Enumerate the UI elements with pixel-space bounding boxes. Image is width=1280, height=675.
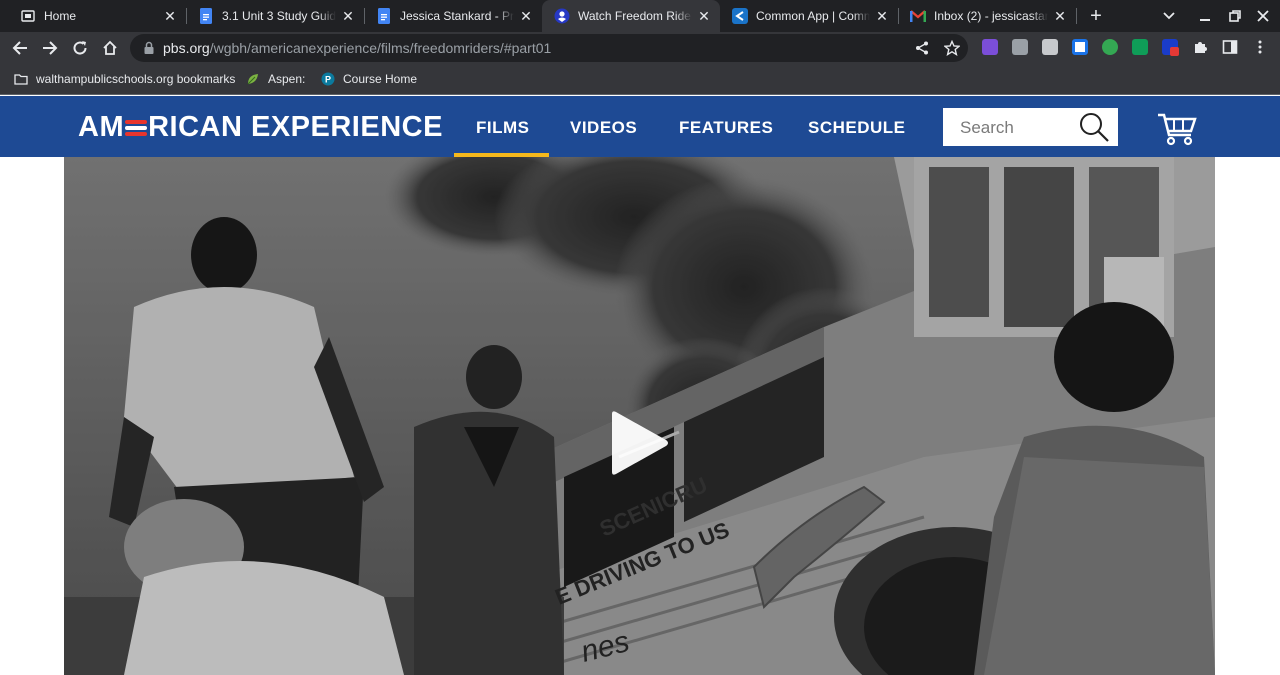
restore-window-icon[interactable] — [1223, 4, 1247, 28]
nav-features[interactable]: FEATURES — [679, 118, 773, 138]
extension-cast-icon[interactable] — [1132, 39, 1148, 55]
share-icon[interactable] — [912, 38, 932, 58]
site-search-input[interactable]: Search — [943, 108, 1118, 146]
bookmark-course-home[interactable]: P Course Home — [321, 70, 417, 88]
tab-title: Common App | Comm — [756, 9, 870, 23]
home-tab-icon — [20, 8, 36, 24]
tab-separator — [1076, 8, 1077, 24]
nav-videos[interactable]: VIDEOS — [570, 118, 637, 138]
bookmark-label: Aspen: — [268, 72, 306, 86]
tab-gmail-inbox[interactable]: Inbox (2) - jessicastank ✕ — [898, 0, 1077, 32]
tab-title: Inbox (2) - jessicastank — [934, 9, 1048, 23]
tab-title: Jessica Stankard - Pres — [400, 9, 514, 23]
logo-stripe — [125, 131, 148, 136]
tab-title: Home — [44, 9, 77, 23]
address-bar[interactable]: pbs.org/wgbh/americanexperience/films/fr… — [130, 34, 968, 62]
folder-icon — [14, 74, 28, 85]
new-tab-button[interactable]: + — [1084, 4, 1108, 28]
logo-text-right: RICAN EXPERIENCE — [148, 111, 443, 143]
tab-home[interactable]: Home ✕ — [8, 0, 187, 32]
search-icon[interactable] — [1078, 112, 1110, 142]
google-docs-icon — [198, 8, 214, 24]
search-placeholder: Search — [960, 118, 1014, 137]
bookmark-label: walthampublicschools.org bookmarks — [36, 72, 236, 86]
tab-title: 3.1 Unit 3 Study Guide — [222, 9, 336, 23]
url-text[interactable]: pbs.org/wgbh/americanexperience/films/fr… — [163, 40, 551, 56]
extension-purple-icon[interactable] — [982, 39, 998, 55]
logo-stripe — [125, 125, 148, 130]
nav-schedule[interactable]: SCHEDULE — [808, 118, 906, 138]
close-tab-icon[interactable]: ✕ — [162, 8, 178, 24]
pbs-icon — [554, 8, 570, 24]
url-host: pbs.org — [163, 40, 210, 56]
reload-icon[interactable] — [68, 36, 92, 60]
close-window-icon[interactable] — [1251, 4, 1275, 28]
extensions-puzzle-icon[interactable] — [1192, 39, 1208, 55]
google-docs-icon — [376, 8, 392, 24]
tab-watch-freedom-riders[interactable]: Watch Freedom Riders ✕ — [542, 0, 720, 32]
svg-text:P: P — [325, 75, 331, 85]
minimize-window-icon[interactable] — [1193, 4, 1217, 28]
bookmark-folder-waltham[interactable]: walthampublicschools.org bookmarks — [14, 70, 235, 88]
shopping-cart-icon[interactable] — [1156, 108, 1198, 146]
close-tab-icon[interactable]: ✕ — [874, 8, 890, 24]
bookmark-label: Course Home — [343, 72, 418, 86]
close-tab-icon[interactable]: ✕ — [340, 8, 356, 24]
extension-screenshot-icon[interactable] — [1042, 39, 1058, 55]
common-app-icon — [732, 8, 748, 24]
tab-jessica-stankard[interactable]: Jessica Stankard - Pres ✕ — [364, 0, 542, 32]
extension-badge — [1170, 47, 1179, 56]
extension-gray-icon[interactable] — [1012, 39, 1028, 55]
bookmark-aspen[interactable]: Aspen: — [246, 70, 305, 88]
lock-icon[interactable] — [142, 41, 156, 55]
american-experience-logo[interactable]: AM RICAN EXPERIENCE — [78, 111, 443, 144]
tab-search-chevron-icon[interactable] — [1157, 4, 1181, 28]
browser-toolbar: pbs.org/wgbh/americanexperience/films/fr… — [0, 32, 1280, 64]
tab-common-app[interactable]: Common App | Comm ✕ — [720, 0, 899, 32]
nav-films[interactable]: FILMS — [476, 118, 530, 138]
extension-p-icon[interactable] — [1162, 39, 1179, 56]
extension-blue-icon[interactable] — [1072, 39, 1088, 55]
close-tab-icon[interactable]: ✕ — [696, 8, 712, 24]
pearson-icon: P — [321, 72, 335, 86]
logo-flag-e-icon — [125, 117, 148, 139]
logo-text-left: AM — [78, 111, 125, 143]
logo-stripe — [125, 119, 148, 124]
tab-study-guide[interactable]: 3.1 Unit 3 Study Guide ✕ — [186, 0, 365, 32]
forward-arrow-icon[interactable] — [38, 36, 62, 60]
extension-green-icon[interactable] — [1102, 39, 1118, 55]
bookmark-star-icon[interactable] — [942, 38, 962, 58]
back-arrow-icon[interactable] — [8, 36, 32, 60]
aspen-leaf-icon — [247, 74, 258, 85]
bookmarks-bar: walthampublicschools.org bookmarks Aspen… — [0, 64, 1280, 95]
close-tab-icon[interactable]: ✕ — [1052, 8, 1068, 24]
browser-tab-strip: Home ✕ 3.1 Unit 3 Study Guide ✕ Jessica … — [0, 0, 1280, 32]
tab-title: Watch Freedom Riders — [578, 9, 692, 23]
side-panel-icon[interactable] — [1222, 39, 1238, 55]
home-icon[interactable] — [98, 36, 122, 60]
close-tab-icon[interactable]: ✕ — [518, 8, 534, 24]
gmail-icon — [910, 8, 926, 24]
play-icon[interactable] — [608, 410, 670, 476]
url-path: /wgbh/americanexperience/films/freedomri… — [209, 40, 552, 56]
more-menu-icon[interactable] — [1252, 39, 1268, 55]
